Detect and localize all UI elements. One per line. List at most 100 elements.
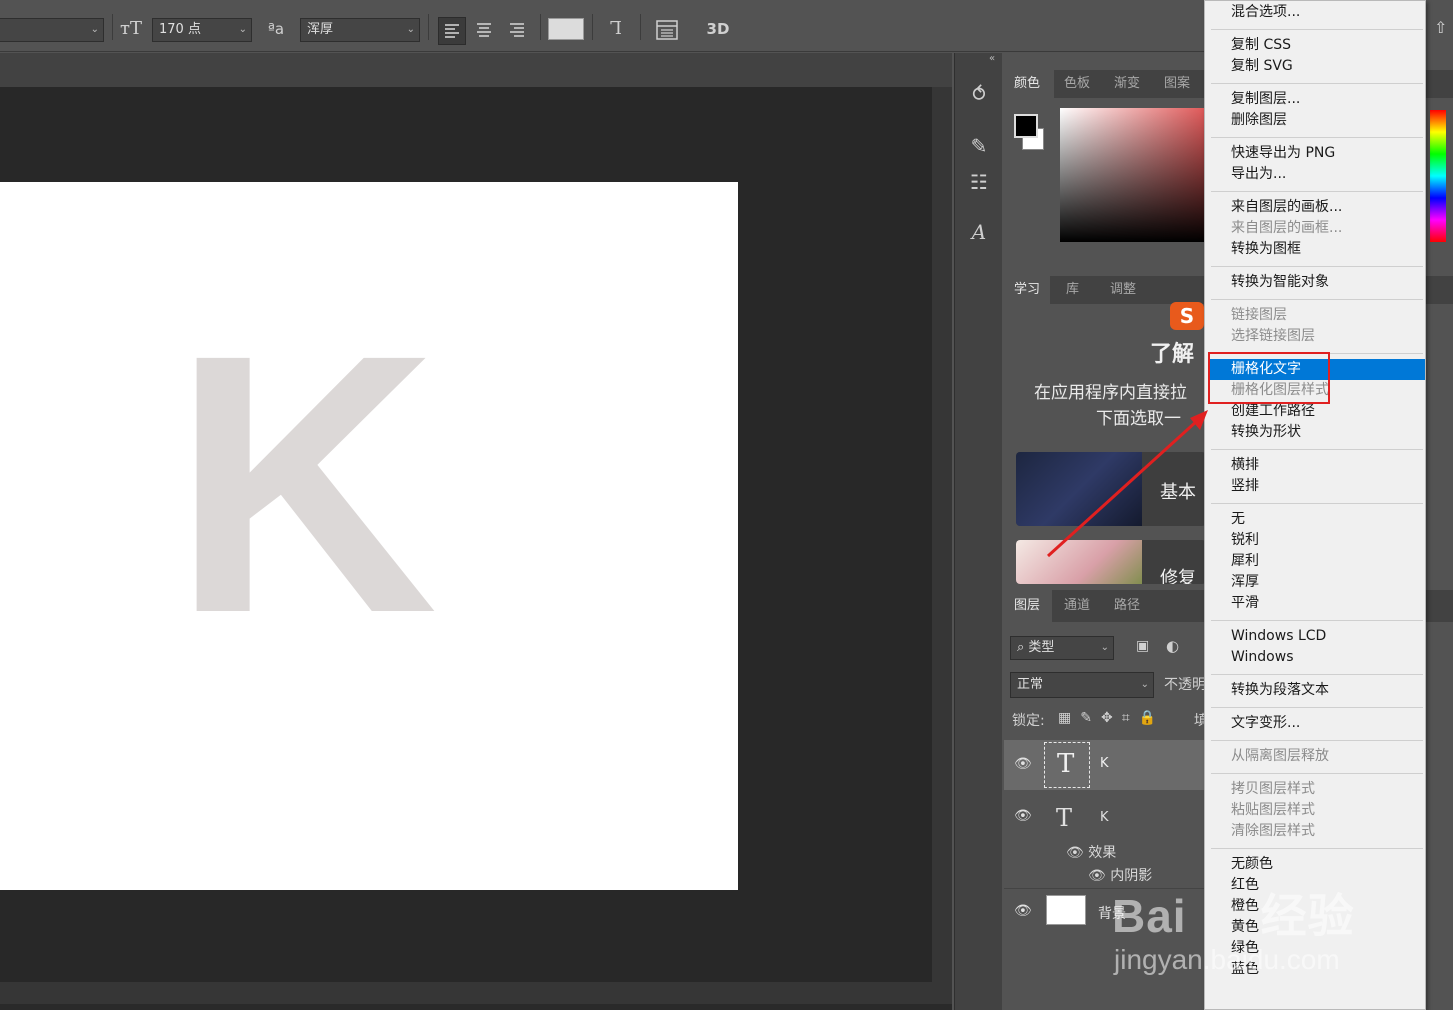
history-icon[interactable]: ⥀ — [963, 79, 995, 109]
menu-item[interactable]: 文字变形... — [1209, 713, 1425, 734]
warp-text-icon[interactable]: Ꞁ — [602, 17, 630, 41]
menu-item[interactable]: 转换为智能对象 — [1209, 272, 1425, 293]
menu-item[interactable]: 无颜色 — [1209, 854, 1425, 875]
menu-item[interactable]: 锐利 — [1209, 530, 1425, 551]
font-size-field[interactable]: 170 点 ⌄ — [152, 18, 252, 42]
eye-icon[interactable]: 👁 — [1014, 903, 1032, 919]
tab-color[interactable]: 颜色 — [1004, 70, 1054, 98]
share-icon[interactable]: ⇧ — [1434, 18, 1447, 37]
menu-item: 清除图层样式 — [1231, 823, 1315, 839]
color-picker-field[interactable] — [1060, 108, 1204, 242]
menu-item: 链接图层 — [1231, 307, 1287, 323]
tab-gradients[interactable]: 渐变 — [1104, 70, 1154, 98]
character-icon[interactable]: A — [963, 217, 995, 247]
panel-icon-strip: « ⥀ ✎ ☷ A — [954, 53, 1002, 1010]
tab-channels[interactable]: 通道 — [1054, 590, 1104, 622]
foreground-color-swatch[interactable] — [1014, 114, 1038, 138]
3d-button[interactable]: 3D — [702, 17, 734, 41]
watermark-domain: jingyan.baidu.com — [1114, 944, 1340, 975]
tab-learn[interactable]: 学习 — [1004, 276, 1050, 304]
adjust-sliders-icon[interactable]: ☷ — [963, 167, 995, 197]
menu-item[interactable]: 复制 CSS — [1209, 35, 1425, 56]
menu-separator — [1211, 674, 1423, 675]
align-left-icon — [445, 24, 459, 38]
menu-item[interactable]: 无 — [1209, 509, 1425, 530]
menu-item[interactable]: 犀利 — [1209, 551, 1425, 572]
tab-paths[interactable]: 路径 — [1104, 590, 1154, 622]
menu-item[interactable]: 转换为段落文本 — [1209, 680, 1425, 701]
highlight-box — [1208, 352, 1330, 404]
chevron-down-icon: ⌄ — [1140, 679, 1149, 690]
menu-item[interactable]: Windows LCD — [1209, 626, 1425, 647]
eye-icon[interactable]: 👁 — [1088, 868, 1110, 884]
vertical-scrollbar[interactable] — [932, 87, 952, 982]
menu-item[interactable]: 横排 — [1209, 455, 1425, 476]
menu-item[interactable]: 导出为... — [1209, 164, 1425, 185]
eye-icon[interactable]: 👁 — [1014, 808, 1032, 824]
canvas-text-layer[interactable]: K — [172, 300, 438, 668]
divider — [592, 14, 593, 40]
antialias-dropdown[interactable]: 浑厚 ⌄ — [300, 18, 420, 42]
hue-slider[interactable] — [1430, 110, 1446, 242]
search-icon: ⌕ — [1017, 640, 1029, 655]
tab-swatches[interactable]: 色板 — [1054, 70, 1104, 98]
eye-icon[interactable]: 👁 — [1014, 756, 1032, 772]
menu-item[interactable]: 复制 SVG — [1209, 56, 1425, 77]
brush-icon[interactable]: ✎ — [963, 131, 995, 161]
filter-kind-value: 类型 — [1028, 640, 1055, 655]
menu-item[interactable]: 快速导出为 PNG — [1209, 143, 1425, 164]
filter-adjustment-icon[interactable]: ◐ — [1166, 637, 1179, 655]
menu-separator — [1211, 848, 1423, 849]
layer-row[interactable]: 👁 T K — [1004, 792, 1204, 842]
text-color-swatch[interactable] — [548, 18, 584, 40]
layer-name: K — [1100, 810, 1109, 825]
chevron-down-icon: ⌄ — [1100, 642, 1109, 653]
menu-item[interactable]: 转换为图框 — [1209, 239, 1425, 260]
align-left-button[interactable] — [438, 17, 466, 45]
menu-separator — [1211, 191, 1423, 192]
document-tab-strip — [0, 53, 952, 87]
tab-libraries[interactable]: 库 — [1056, 276, 1096, 304]
character-panel-button[interactable] — [654, 17, 680, 43]
menu-separator — [1211, 503, 1423, 504]
layer-context-menu: 混合选项... 复制 CSS 复制 SVG 复制图层... 删除图层快速导出为 PNG 导… — [1204, 0, 1426, 1010]
status-bar — [0, 1004, 952, 1010]
menu-item[interactable]: 竖排 — [1209, 476, 1425, 497]
menu-separator — [1211, 449, 1423, 450]
menu-item[interactable]: Windows — [1209, 647, 1425, 668]
align-right-button[interactable] — [504, 17, 532, 45]
collapse-icon[interactable]: « — [989, 53, 995, 64]
menu-item[interactable]: 删除图层 — [1209, 110, 1425, 131]
tab-adjustments[interactable]: 调整 — [1100, 276, 1150, 304]
menu-item[interactable]: 浑厚 — [1209, 572, 1425, 593]
menu-item[interactable]: 创建工作路径 — [1209, 401, 1425, 422]
menu-item[interactable]: 来自图层的画板... — [1209, 197, 1425, 218]
align-center-icon — [477, 23, 491, 37]
antialias-icon: ªa — [267, 20, 285, 38]
menu-item[interactable]: 平滑 — [1209, 593, 1425, 614]
menu-separator — [1211, 137, 1423, 138]
menu-item[interactable]: 混合选项... — [1209, 2, 1425, 23]
menu-separator — [1211, 266, 1423, 267]
chevron-down-icon: ⌄ — [406, 24, 415, 35]
menu-item[interactable]: 转换为形状 — [1209, 422, 1425, 443]
type-layer-icon: T — [1056, 804, 1073, 832]
blend-mode-dropdown[interactable]: 正常 ⌄ — [1010, 672, 1154, 698]
tab-layers[interactable]: 图层 — [1004, 590, 1052, 622]
layer-filter-dropdown[interactable]: ⌕ 类型 ⌄ — [1010, 636, 1114, 660]
menu-separator — [1211, 29, 1423, 30]
annotation-arrow-icon — [1046, 410, 1208, 558]
effects-row[interactable]: 👁 效果 — [1066, 842, 1116, 862]
horizontal-scrollbar[interactable] — [0, 982, 952, 1004]
font-style-dropdown[interactable]: ⌄ — [0, 18, 104, 42]
eye-icon[interactable]: 👁 — [1066, 845, 1088, 861]
menu-separator — [1211, 740, 1423, 741]
layer-row[interactable]: 👁 T K — [1004, 740, 1204, 790]
menu-separator — [1211, 707, 1423, 708]
lock-icons[interactable]: ▦✎✥⌗🔒 — [1058, 710, 1165, 726]
filter-image-icon[interactable]: ▣ — [1136, 638, 1149, 654]
menu-item[interactable]: 复制图层... — [1209, 89, 1425, 110]
tab-patterns[interactable]: 图案 — [1154, 70, 1204, 98]
align-center-button[interactable] — [471, 17, 499, 45]
font-size-icon: ᴛT — [120, 18, 142, 39]
